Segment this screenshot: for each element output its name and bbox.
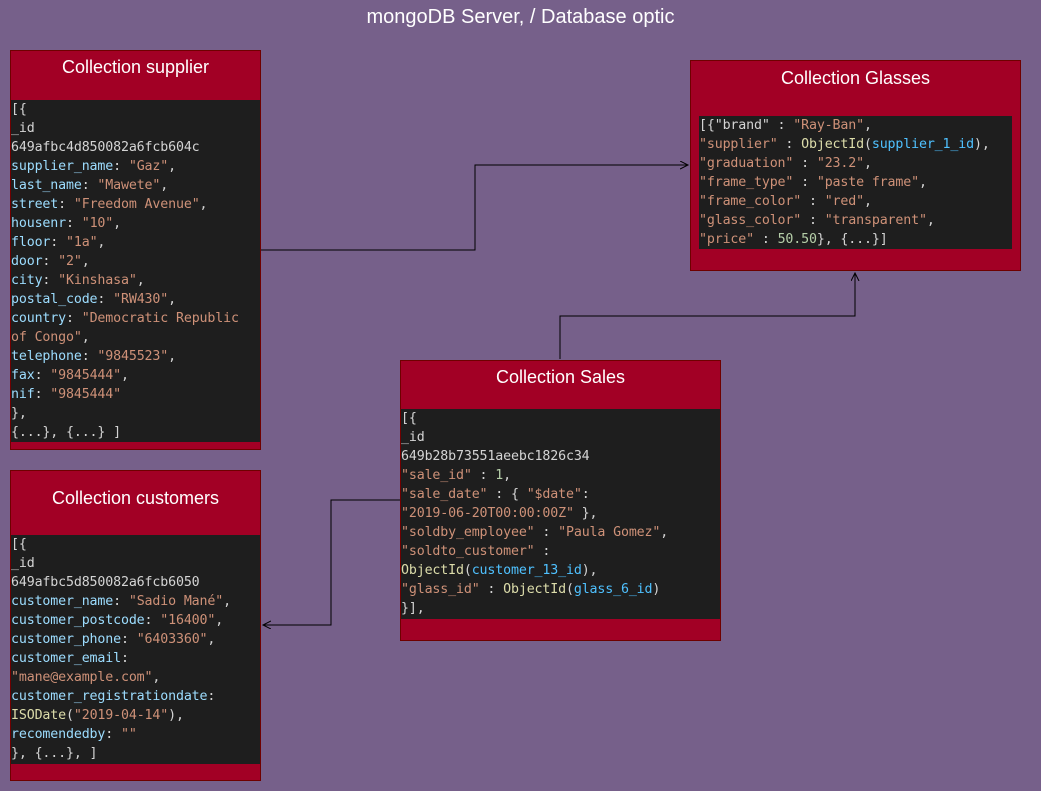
sales-code-line: }], <box>401 601 425 616</box>
customers-code-line: [{ <box>11 537 27 552</box>
supplier-code-line: floor: "1a", <box>11 235 106 250</box>
supplier-code-line: postal_code: "RW430", <box>11 292 176 307</box>
customers-code-line: customer_email: <box>11 651 129 666</box>
glasses-code-line: "price" : 50.50}, {...}] <box>699 232 888 247</box>
customers-code-line: "mane@example.com", <box>11 670 161 685</box>
collection-supplier-code: [{ _id 649afbc4d850082a6fcb604c supplier_na… <box>11 100 260 442</box>
supplier-code-line: {...}, {...} ] <box>11 425 121 440</box>
customers-code-line: 649afbc5d850082a6fcb6050 <box>11 575 200 590</box>
collection-glasses-box[interactable]: Collection Glasses [{"brand" : "Ray-Ban"… <box>690 60 1021 271</box>
collection-supplier-title: Collection supplier <box>61 57 210 77</box>
sales-code-line: "2019-06-20T00:00:00Z" }, <box>401 506 598 521</box>
supplier-code-line: street: "Freedom Avenue", <box>11 197 208 212</box>
glasses-code-line: "graduation" : "23.2", <box>699 156 872 171</box>
supplier-code-line: city: "Kinshasa", <box>11 273 145 288</box>
supplier-code-line: telephone: "9845523", <box>11 349 176 364</box>
sales-code-line: "soldto_customer" : <box>401 544 551 559</box>
glasses-code-line: "supplier" : ObjectId(supplier_1_id), <box>699 137 990 152</box>
supplier-code-line: door: "2", <box>11 254 90 269</box>
sales-code-line: "soldby_employee" : "Paula Gomez", <box>401 525 669 540</box>
supplier-code-line: _id <box>11 121 35 136</box>
customers-code-line: ISODate("2019-04-14"), <box>11 708 184 723</box>
supplier-code-line: of Congo", <box>11 330 90 345</box>
collection-glasses-title: Collection Glasses <box>780 68 931 88</box>
customers-code-line: customer_postcode: "16400", <box>11 613 224 628</box>
supplier-code-line: supplier_name: "Gaz", <box>11 159 176 174</box>
sales-code-line: 649b28b73551aeebc1826c34 <box>401 449 590 464</box>
collection-sales-code: [{ _id 649b28b73551aeebc1826c34 "sale_id" :… <box>401 409 720 619</box>
sales-code-line: "sale_date" : { "$date": <box>401 487 590 502</box>
collection-sales-title: Collection Sales <box>495 367 626 387</box>
customers-code-line: recomendedby: "" <box>11 727 137 742</box>
glasses-code-line: "frame_color" : "red", <box>699 194 872 209</box>
sales-code-line: _id <box>401 430 425 445</box>
supplier-code-line: 649afbc4d850082a6fcb604c <box>11 140 200 155</box>
collection-customers-code: [{ _id 649afbc5d850082a6fcb6050 customer_na… <box>11 535 260 764</box>
connector-sales-glasses <box>559 273 855 359</box>
sales-code-line: "glass_id" : ObjectId(glass_6_id) <box>401 582 661 597</box>
customers-code-line: customer_name: "Sadio Mané", <box>11 594 231 609</box>
customers-code-line: }, {...}, ] <box>11 746 98 761</box>
sales-code-line: ObjectId(customer_13_id), <box>401 563 598 578</box>
supplier-code-line: last_name: "Mawete", <box>11 178 169 193</box>
collection-sales-box[interactable]: Collection Sales [{ _id 649b28b73551aeebc1… <box>400 360 721 641</box>
connector-supplier-glasses <box>261 165 688 251</box>
customers-code-line: customer_registrationdate: <box>11 689 216 704</box>
collection-customers-title: Collection customers <box>51 488 220 508</box>
supplier-code-line: nif: "9845444" <box>11 387 121 402</box>
supplier-code-line: [{ <box>11 102 27 117</box>
supplier-code-line: }, <box>11 406 27 421</box>
collection-customers-box[interactable]: Collection customers [{ _id 649afbc5d85008… <box>10 470 261 781</box>
supplier-code-line: housenr: "10", <box>11 216 121 231</box>
connector-sales-customers <box>263 499 400 625</box>
customers-code-line: customer_phone: "6403360", <box>11 632 216 647</box>
glasses-code-line: "frame_type" : "paste frame", <box>699 175 927 190</box>
glasses-code-line: [{"brand" : "Ray-Ban", <box>699 118 872 133</box>
sales-code-line: [{ <box>401 411 417 426</box>
customers-code-line: _id <box>11 556 35 571</box>
sales-code-line: "sale_id" : 1, <box>401 468 511 483</box>
supplier-code-line: country: "Democratic Republic <box>11 311 239 326</box>
supplier-code-line: fax: "9845444", <box>11 368 129 383</box>
collection-glasses-code: [{"brand" : "Ray-Ban", "supplier" : Objec… <box>699 116 1012 249</box>
glasses-code-line: "glass_color" : "transparent", <box>699 213 935 228</box>
collection-supplier-box[interactable]: Collection supplier [{ _id 649afbc4d850082… <box>10 50 261 450</box>
